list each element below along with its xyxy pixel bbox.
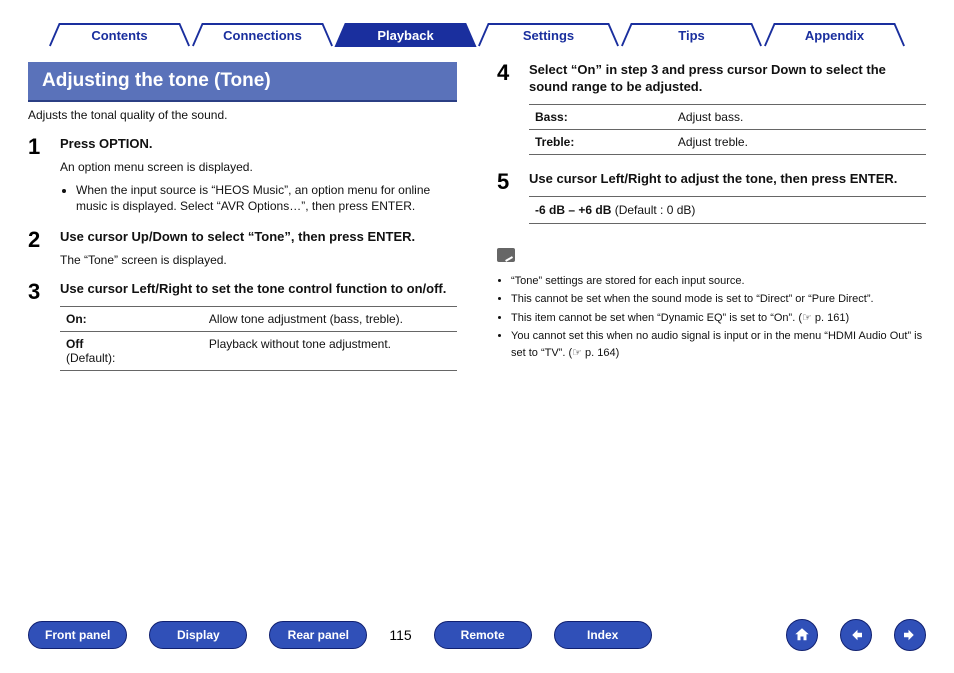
content-columns: Adjusting the tone (Tone) Adjusts the to… — [28, 62, 926, 387]
tab-label: Playback — [334, 22, 477, 48]
nav-rear-panel[interactable]: Rear panel — [269, 621, 367, 649]
opt-key: Off — [66, 337, 83, 351]
opt-key: On: — [66, 312, 87, 326]
note-item: “Tone” settings are stored for each inpu… — [511, 273, 926, 290]
note-icon — [497, 248, 515, 262]
range-box: -6 dB – +6 dB (Default : 0 dB) — [529, 196, 926, 224]
nav-remote[interactable]: Remote — [434, 621, 532, 649]
table-row: Bass: Adjust bass. — [529, 104, 926, 129]
onoff-table: On: Allow tone adjustment (bass, treble)… — [60, 306, 457, 371]
home-icon — [793, 626, 811, 644]
opt-val: Adjust bass. — [672, 104, 926, 129]
prev-page-button[interactable] — [840, 619, 872, 651]
tab-label: Appendix — [763, 22, 906, 48]
next-page-button[interactable] — [894, 619, 926, 651]
step-number: 4 — [497, 62, 517, 159]
tab-label: Settings — [477, 22, 620, 48]
nav-front-panel[interactable]: Front panel — [28, 621, 127, 649]
note-item: This cannot be set when the sound mode i… — [511, 291, 926, 308]
step-3: 3 Use cursor Left/Right to set the tone … — [28, 281, 457, 375]
note-item: You cannot set this when no audio signal… — [511, 328, 926, 361]
tab-label: Connections — [191, 22, 334, 48]
tab-label: Tips — [620, 22, 763, 48]
step-title: Press OPTION. — [60, 136, 457, 153]
step-number: 2 — [28, 229, 48, 269]
step-number: 5 — [497, 171, 517, 224]
nav-index[interactable]: Index — [554, 621, 652, 649]
notes-list: “Tone” settings are stored for each inpu… — [497, 273, 926, 362]
left-column: Adjusting the tone (Tone) Adjusts the to… — [28, 62, 457, 387]
step-2: 2 Use cursor Up/Down to select “Tone”, t… — [28, 229, 457, 269]
step-number: 1 — [28, 136, 48, 217]
bottom-bar: Front panel Display Rear panel 115 Remot… — [28, 619, 926, 651]
tab-tips[interactable]: Tips — [620, 22, 763, 48]
bullet-item: When the input source is “HEOS Music”, a… — [76, 182, 457, 216]
page-number: 115 — [389, 627, 411, 643]
opt-key: Treble: — [535, 135, 574, 149]
tab-connections[interactable]: Connections — [191, 22, 334, 48]
opt-val: Playback without tone adjustment. — [203, 331, 457, 370]
opt-key-sub: (Default): — [66, 351, 115, 365]
top-nav-tabs: Contents Connections Playback Settings T… — [48, 22, 906, 48]
step-title: Select “On” in step 3 and press cursor D… — [529, 62, 926, 96]
home-button[interactable] — [786, 619, 818, 651]
table-row: On: Allow tone adjustment (bass, treble)… — [60, 306, 457, 331]
step-title: Use cursor Left/Right to adjust the tone… — [529, 171, 926, 188]
step-title: Use cursor Up/Down to select “Tone”, the… — [60, 229, 457, 246]
range-default: (Default : 0 dB) — [611, 203, 695, 217]
tab-playback[interactable]: Playback — [334, 22, 477, 48]
table-row: Treble: Adjust treble. — [529, 129, 926, 154]
section-subtitle: Adjusts the tonal quality of the sound. — [28, 108, 457, 122]
arrow-right-icon — [901, 626, 919, 644]
opt-val: Allow tone adjustment (bass, treble). — [203, 306, 457, 331]
opt-key: Bass: — [535, 110, 568, 124]
table-row: Off (Default): Playback without tone adj… — [60, 331, 457, 370]
step-title: Use cursor Left/Right to set the tone co… — [60, 281, 457, 298]
note-item: This item cannot be set when “Dynamic EQ… — [511, 310, 926, 327]
step-1: 1 Press OPTION. An option menu screen is… — [28, 136, 457, 217]
manual-page: Contents Connections Playback Settings T… — [0, 0, 954, 673]
range-value: -6 dB – +6 dB — [535, 203, 611, 217]
basstreble-table: Bass: Adjust bass. Treble: Adjust treble… — [529, 104, 926, 155]
step-bullets: When the input source is “HEOS Music”, a… — [60, 182, 457, 216]
tab-label: Contents — [48, 22, 191, 48]
opt-val: Adjust treble. — [672, 129, 926, 154]
tab-settings[interactable]: Settings — [477, 22, 620, 48]
arrow-left-icon — [847, 626, 865, 644]
right-column: 4 Select “On” in step 3 and press cursor… — [497, 62, 926, 387]
tab-contents[interactable]: Contents — [48, 22, 191, 48]
step-desc: An option menu screen is displayed. — [60, 159, 457, 176]
section-heading: Adjusting the tone (Tone) — [28, 62, 457, 102]
step-desc: The “Tone” screen is displayed. — [60, 252, 457, 269]
step-5: 5 Use cursor Left/Right to adjust the to… — [497, 171, 926, 224]
nav-display[interactable]: Display — [149, 621, 247, 649]
tab-appendix[interactable]: Appendix — [763, 22, 906, 48]
step-number: 3 — [28, 281, 48, 375]
step-4: 4 Select “On” in step 3 and press cursor… — [497, 62, 926, 159]
